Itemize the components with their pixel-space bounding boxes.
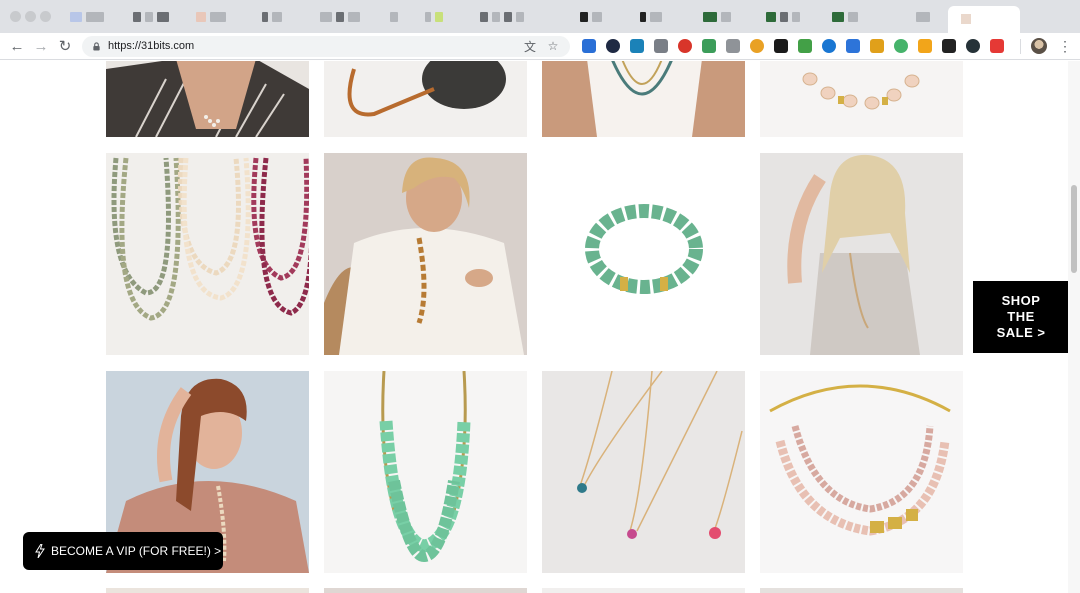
zoom-window-icon[interactable] bbox=[40, 11, 51, 22]
page-scrollbar[interactable] bbox=[1068, 61, 1080, 593]
product-image[interactable] bbox=[760, 153, 963, 355]
product-image[interactable] bbox=[760, 61, 963, 137]
become-vip-button[interactable]: BECOME A VIP (FOR FREE!) > bbox=[23, 532, 223, 570]
product-image[interactable] bbox=[324, 61, 527, 137]
product-tile[interactable] bbox=[760, 588, 963, 593]
product-tile[interactable] bbox=[542, 153, 745, 355]
tab-10[interactable] bbox=[640, 8, 662, 26]
browser-toolbar: ← → ↻ https://31bits.com 文 ☆ ⋮ bbox=[0, 33, 1080, 60]
ext-lock-icon[interactable] bbox=[846, 39, 860, 53]
ext-teal-target-icon[interactable] bbox=[630, 39, 644, 53]
tab-strip bbox=[0, 0, 1080, 33]
shop-sale-line-3: SALE > bbox=[996, 325, 1046, 340]
ext-blue-bird-icon[interactable] bbox=[582, 39, 596, 53]
url-text[interactable]: https://31bits.com bbox=[108, 40, 194, 52]
profile-avatar[interactable] bbox=[1031, 38, 1047, 54]
product-tile[interactable] bbox=[324, 153, 527, 355]
ext-image-icon[interactable] bbox=[654, 39, 668, 53]
ext-magnifier-icon[interactable] bbox=[870, 39, 884, 53]
tab-14[interactable] bbox=[916, 8, 930, 26]
product-image[interactable] bbox=[760, 371, 963, 573]
ext-bars-icon[interactable] bbox=[798, 39, 812, 53]
vip-button-label: BECOME A VIP (FOR FREE!) > bbox=[51, 544, 222, 558]
minimize-window-icon[interactable] bbox=[25, 11, 36, 22]
tab-8[interactable] bbox=[480, 8, 524, 26]
product-tile[interactable] bbox=[760, 371, 963, 573]
shop-the-sale-button[interactable]: SHOP THE SALE > bbox=[973, 281, 1069, 353]
toolbar-divider bbox=[1020, 39, 1021, 54]
ext-wave-icon[interactable] bbox=[894, 39, 908, 53]
address-bar[interactable]: https://31bits.com 文 ☆ bbox=[82, 36, 570, 57]
tab-4[interactable] bbox=[262, 8, 282, 26]
ext-js-icon[interactable] bbox=[774, 39, 788, 53]
tab-5[interactable] bbox=[320, 8, 360, 26]
tab-3[interactable] bbox=[196, 8, 226, 26]
product-image[interactable] bbox=[106, 153, 309, 355]
tab-13[interactable] bbox=[832, 8, 858, 26]
ext-green-leaf-icon[interactable] bbox=[702, 39, 716, 53]
product-tile[interactable] bbox=[542, 61, 745, 137]
forward-button[interactable]: → bbox=[32, 37, 50, 55]
ext-dark-globe-icon[interactable] bbox=[966, 39, 980, 53]
product-tile[interactable] bbox=[324, 588, 527, 593]
product-image[interactable] bbox=[106, 61, 309, 137]
product-image[interactable] bbox=[542, 153, 745, 355]
product-tile[interactable] bbox=[106, 61, 309, 137]
reload-button[interactable]: ↻ bbox=[56, 37, 74, 55]
product-tile[interactable] bbox=[760, 153, 963, 355]
bookmark-star-icon[interactable]: ☆ bbox=[546, 39, 560, 53]
tab-7[interactable] bbox=[425, 8, 443, 26]
tab-1[interactable] bbox=[70, 8, 104, 26]
product-image[interactable] bbox=[542, 61, 745, 137]
product-tile[interactable] bbox=[760, 61, 963, 137]
product-tile[interactable] bbox=[324, 61, 527, 137]
product-tile[interactable] bbox=[542, 371, 745, 573]
tab-6[interactable] bbox=[390, 8, 398, 26]
tab-9[interactable] bbox=[580, 8, 602, 26]
ext-a-icon[interactable] bbox=[942, 39, 956, 53]
lightning-bolt-icon bbox=[35, 544, 45, 558]
product-image[interactable] bbox=[324, 153, 527, 355]
product-tile[interactable] bbox=[324, 371, 527, 573]
browser-menu-icon[interactable]: ⋮ bbox=[1058, 38, 1072, 54]
ext-grey-icon[interactable] bbox=[726, 39, 740, 53]
tab-2[interactable] bbox=[133, 8, 169, 26]
lock-icon[interactable] bbox=[92, 42, 101, 51]
page-viewport: SHOP THE SALE > BECOME A VIP (FOR FREE!)… bbox=[0, 61, 1080, 593]
ext-k-icon[interactable] bbox=[606, 39, 620, 53]
tab-active[interactable] bbox=[948, 6, 1020, 33]
ext-blue-swirl-icon[interactable] bbox=[822, 39, 836, 53]
tab-12[interactable] bbox=[766, 8, 800, 26]
product-tile[interactable] bbox=[106, 153, 309, 355]
ext-red-icon[interactable] bbox=[990, 39, 1004, 53]
product-tile[interactable] bbox=[542, 588, 745, 593]
shop-sale-line-2: THE bbox=[1007, 309, 1035, 324]
product-image[interactable] bbox=[542, 371, 745, 573]
shop-sale-line-1: SHOP bbox=[1001, 293, 1041, 308]
product-image[interactable] bbox=[324, 371, 527, 573]
translate-icon[interactable]: 文 bbox=[523, 39, 537, 54]
ext-key-icon[interactable] bbox=[918, 39, 932, 53]
scrollbar-thumb[interactable] bbox=[1071, 185, 1077, 273]
ext-sun-icon[interactable] bbox=[750, 39, 764, 53]
favicon-31bits-icon bbox=[961, 14, 971, 24]
ext-ae-icon[interactable] bbox=[678, 39, 692, 53]
tab-11[interactable] bbox=[703, 8, 731, 26]
back-button[interactable]: ← bbox=[8, 37, 26, 55]
close-window-icon[interactable] bbox=[10, 11, 21, 22]
product-tile[interactable] bbox=[106, 588, 309, 593]
